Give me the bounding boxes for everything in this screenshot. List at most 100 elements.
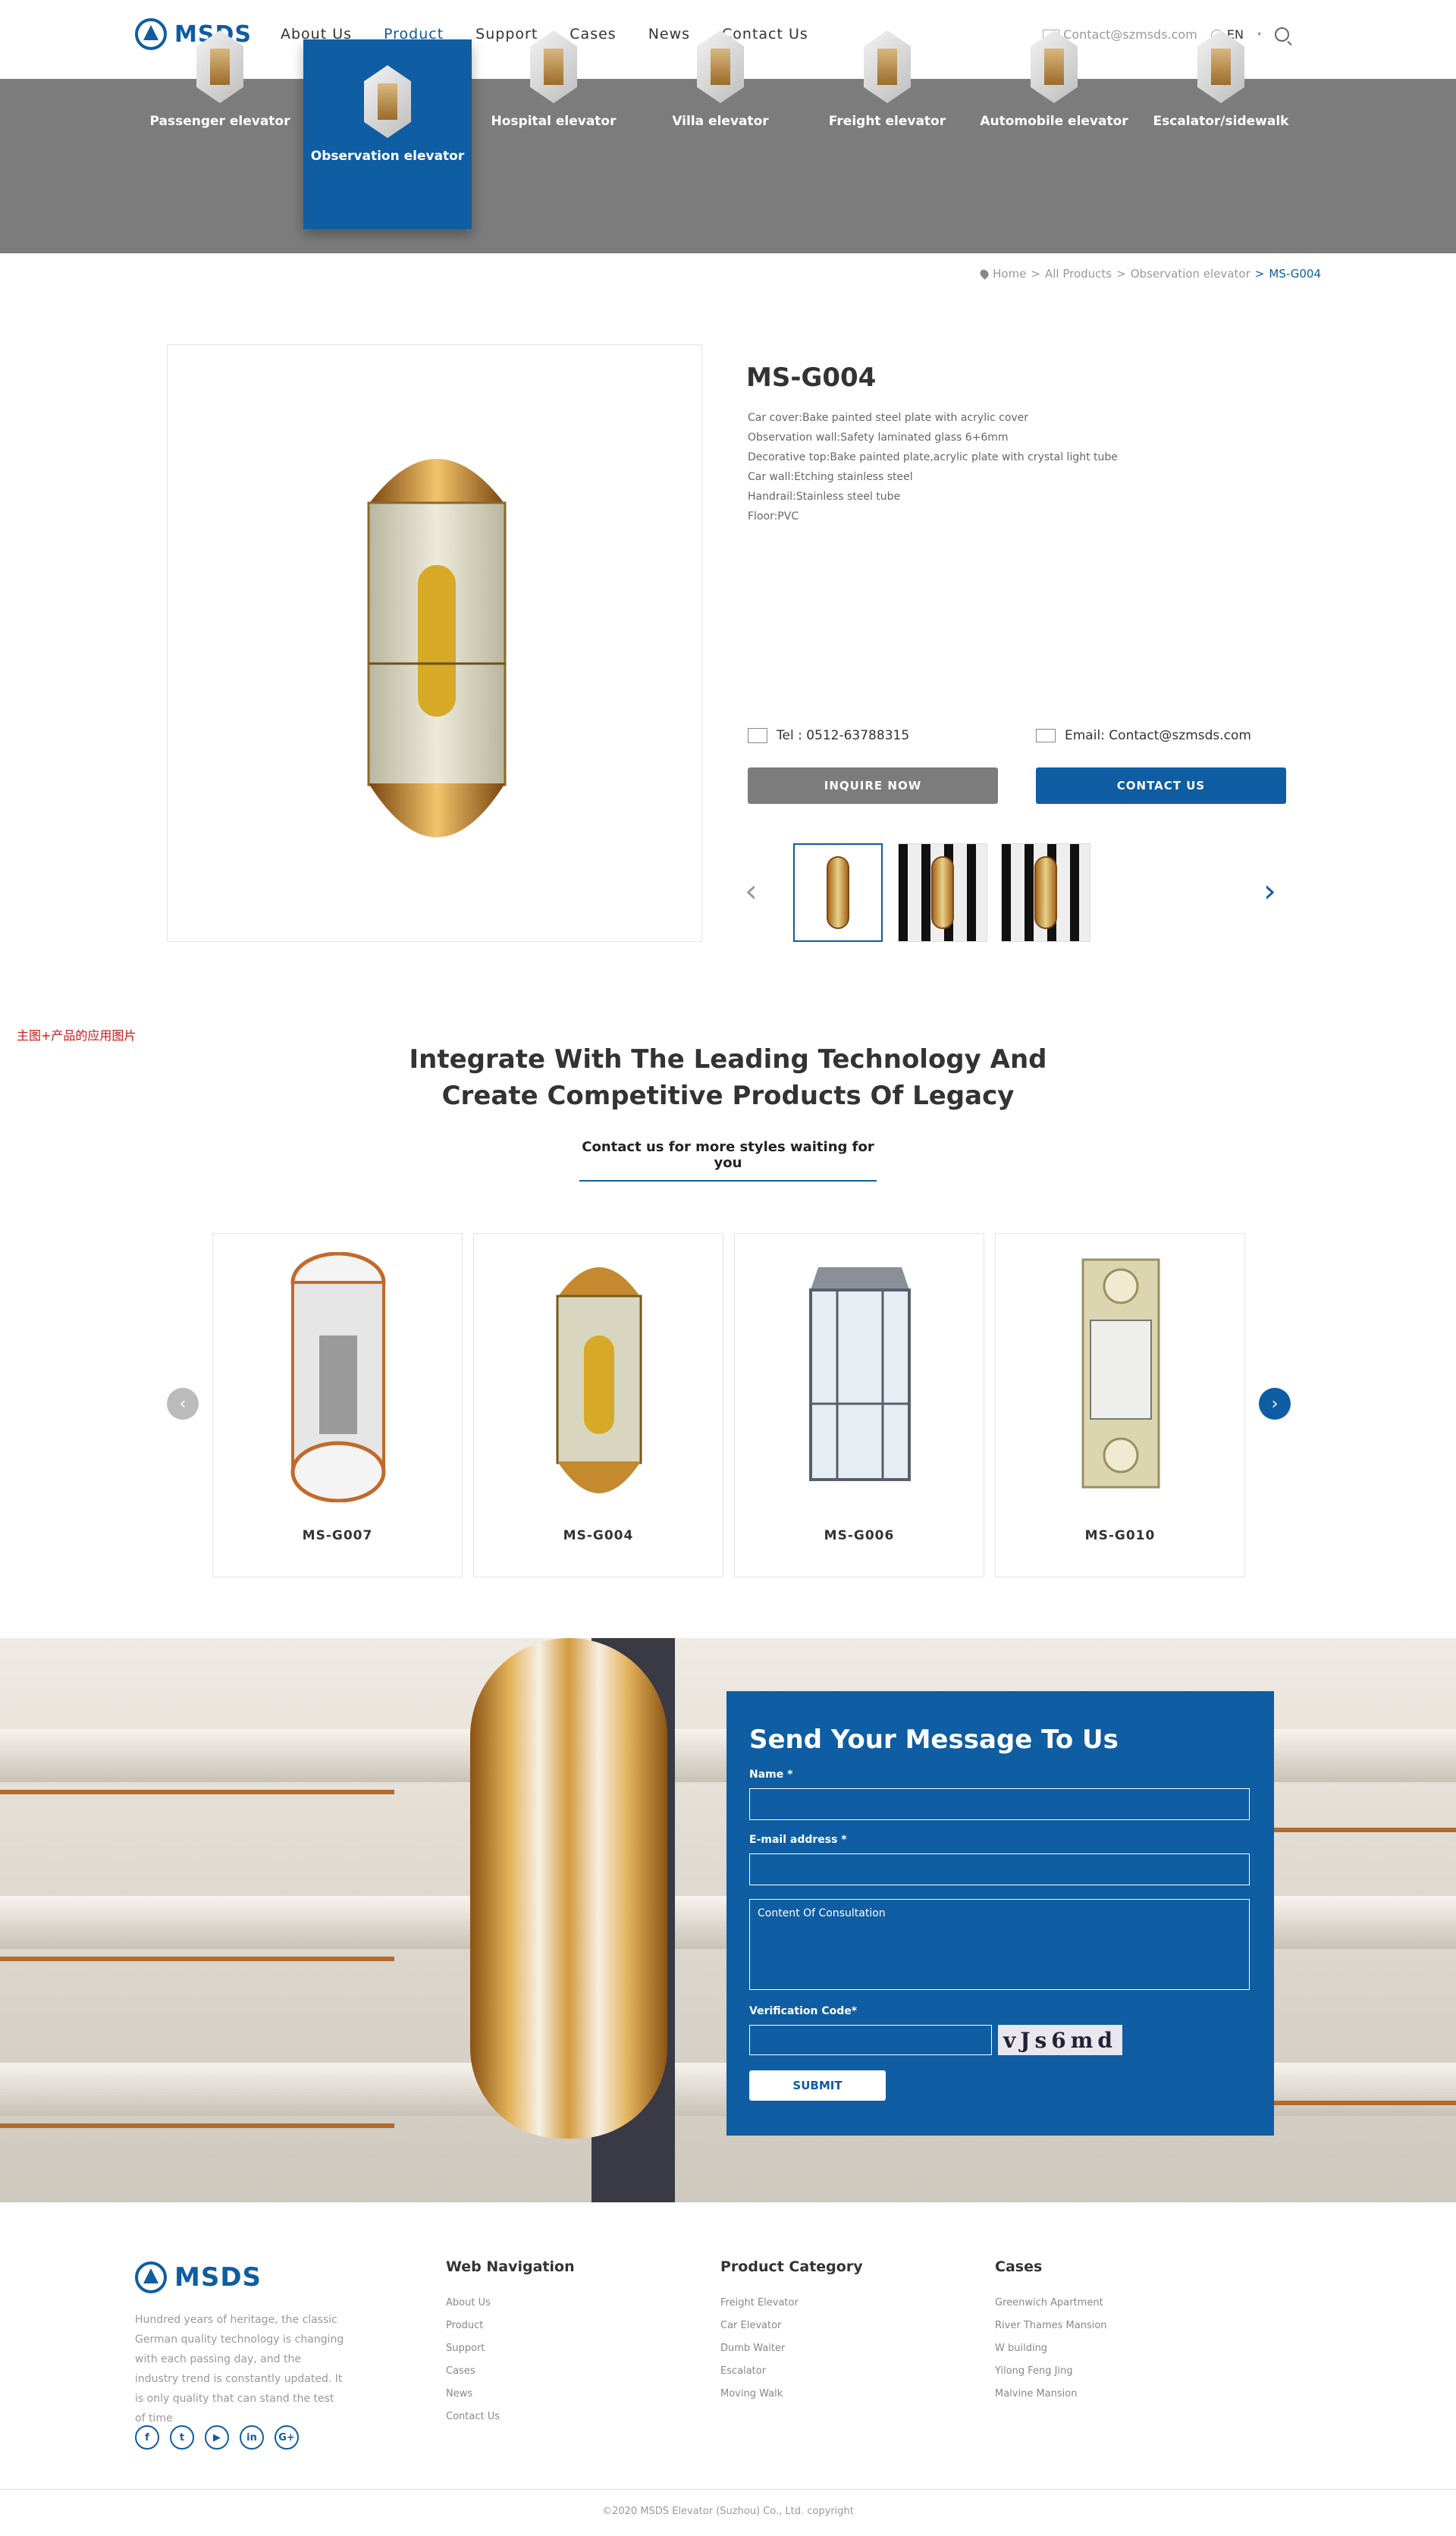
- linkedin-icon[interactable]: in: [240, 2425, 264, 2450]
- crumb-all-products[interactable]: All Products: [1045, 267, 1112, 281]
- footer-link[interactable]: Escalator: [720, 2360, 863, 2383]
- footer-logo-text: MSDS: [174, 2262, 262, 2293]
- carousel-next-button[interactable]: ›: [1259, 1388, 1291, 1420]
- spec-line: Floor:PVC: [748, 510, 799, 523]
- product-tel: Tel : 0512-63788315: [748, 728, 909, 743]
- footer-link[interactable]: Support: [446, 2337, 575, 2360]
- verification-label: Verification Code*: [749, 2005, 858, 2017]
- contact-form: Send Your Message To Us Name * E-mail ad…: [726, 1691, 1274, 2136]
- breadcrumb: Home > All Products > Observation elevator…: [978, 267, 1321, 281]
- category-label: Observation elevator: [310, 149, 465, 164]
- footer-link[interactable]: W building: [995, 2337, 1107, 2360]
- spec-line: Observation wall:Safety laminated glass …: [748, 432, 1009, 444]
- product-card-label: MS-G007: [302, 1528, 373, 1543]
- product-title: MS-G004: [746, 363, 877, 393]
- footer-link[interactable]: Dumb Waiter: [720, 2337, 863, 2360]
- product-card[interactable]: MS-G010: [995, 1233, 1245, 1577]
- thumb-2[interactable]: [898, 843, 987, 942]
- google-plus-icon[interactable]: G+: [275, 2425, 299, 2450]
- footer-link[interactable]: Contact Us: [446, 2406, 575, 2428]
- footer-link[interactable]: River Thames Mansion: [995, 2315, 1107, 2337]
- facebook-icon[interactable]: f: [135, 2425, 159, 2450]
- footer-link[interactable]: Car Elevator: [720, 2315, 863, 2337]
- thumb-image: [931, 856, 954, 929]
- footer-link[interactable]: Product: [446, 2315, 575, 2337]
- product-card[interactable]: MS-G007: [212, 1233, 463, 1577]
- footer-col-title: Web Navigation: [446, 2258, 575, 2275]
- category-automobile[interactable]: Automobile elevator: [971, 30, 1138, 129]
- product-card-image: [556, 1267, 642, 1493]
- product-email[interactable]: Email: Contact@szmsds.com: [1036, 728, 1251, 743]
- twitter-icon[interactable]: t: [170, 2425, 194, 2450]
- location-pin-icon: [978, 268, 990, 280]
- spec-line: Decorative top:Bake painted plate,acryli…: [748, 451, 1118, 463]
- category-escalator[interactable]: Escalator/sidewalk: [1138, 30, 1304, 129]
- product-card[interactable]: MS-G004: [473, 1233, 723, 1577]
- submit-button[interactable]: SUBMIT: [749, 2070, 886, 2101]
- logo-icon: [135, 2261, 167, 2293]
- category-freight[interactable]: Freight elevator: [804, 30, 971, 129]
- tel-text: Tel : 0512-63788315: [777, 728, 910, 743]
- crumb-home[interactable]: Home: [993, 267, 1026, 281]
- thumb-next-icon[interactable]: ›: [1263, 872, 1276, 909]
- thumb-prev-icon[interactable]: ‹: [745, 872, 758, 909]
- elevator-thumb-icon: [364, 65, 411, 138]
- category-observation[interactable]: Observation elevator: [303, 39, 472, 229]
- category-label: Hospital elevator: [491, 114, 617, 129]
- phone-icon: [748, 728, 767, 743]
- observation-elevator-image: [367, 459, 507, 837]
- social-links: f t ▶ in G+: [135, 2425, 299, 2450]
- footer-link[interactable]: Freight Elevator: [720, 2292, 863, 2315]
- product-card-label: MS-G006: [824, 1528, 895, 1543]
- elevator-thumb-icon: [196, 30, 243, 103]
- footer-link[interactable]: Moving Walk: [720, 2383, 863, 2406]
- carousel-prev-button[interactable]: ‹: [167, 1388, 199, 1420]
- spec-line: Handrail:Stainless steel tube: [748, 491, 901, 503]
- category-hospital[interactable]: Hospital elevator: [470, 30, 637, 129]
- thumb-3[interactable]: [1001, 843, 1090, 942]
- category-label: Villa elevator: [672, 114, 769, 129]
- spec-line: Car cover:Bake painted steel plate with …: [748, 412, 1029, 424]
- captcha-image[interactable]: vJs6md: [998, 2025, 1122, 2055]
- name-input[interactable]: [749, 1788, 1250, 1820]
- category-passenger[interactable]: Passenger elevator: [136, 30, 303, 129]
- footer-web-navigation: Web Navigation About Us Product Support …: [446, 2258, 575, 2428]
- contact-us-button[interactable]: CONTACT US: [1036, 767, 1286, 804]
- email-text: Email: Contact@szmsds.com: [1065, 728, 1251, 743]
- category-villa[interactable]: Villa elevator: [637, 30, 804, 129]
- crumb-category[interactable]: Observation elevator: [1131, 267, 1250, 281]
- category-label: Freight elevator: [828, 114, 946, 129]
- footer-link[interactable]: Cases: [446, 2360, 575, 2383]
- category-label: Automobile elevator: [980, 114, 1128, 129]
- form-title: Send Your Message To Us: [749, 1725, 1119, 1755]
- elevator-thumb-icon: [864, 30, 911, 103]
- footer-link[interactable]: Yilong Feng Jing: [995, 2360, 1107, 2383]
- verification-input[interactable]: [749, 2025, 992, 2055]
- spec-line: Car wall:Etching stainless steel: [748, 471, 913, 483]
- crumb-sep: >: [1254, 267, 1265, 281]
- inquire-now-button[interactable]: INQUIRE NOW: [748, 767, 998, 804]
- footer-cases: Cases Greenwich Apartment River Thames M…: [995, 2258, 1107, 2406]
- footer-link[interactable]: Malvine Mansion: [995, 2383, 1107, 2406]
- section-title-line2: Create Competitive Products Of Legacy: [441, 1081, 1015, 1111]
- footer-link[interactable]: About Us: [446, 2292, 575, 2315]
- thumb-1[interactable]: [793, 843, 883, 942]
- youtube-icon[interactable]: ▶: [205, 2425, 229, 2450]
- escalator-thumb-icon: [1197, 30, 1244, 103]
- footer-link[interactable]: Greenwich Apartment: [995, 2292, 1107, 2315]
- product-specs: Car cover:Bake painted steel plate with …: [748, 408, 1118, 526]
- captcha-row: vJs6md: [749, 2025, 1251, 2055]
- footer-description: Hundred years of heritage, the classic G…: [135, 2314, 344, 2425]
- footer-col-title: Product Category: [720, 2258, 863, 2275]
- footer-logo[interactable]: MSDS: [135, 2261, 262, 2293]
- section-subtitle[interactable]: Contact us for more styles waiting for y…: [579, 1139, 877, 1182]
- product-card-image: [290, 1252, 386, 1502]
- footer-product-category: Product Category Freight Elevator Car El…: [720, 2258, 863, 2406]
- crumb-sep: >: [1031, 267, 1040, 281]
- email-input[interactable]: [749, 1853, 1250, 1885]
- footer-link[interactable]: News: [446, 2383, 575, 2406]
- content-textarea[interactable]: Content Of Consultation: [749, 1899, 1250, 1990]
- product-card[interactable]: MS-G006: [734, 1233, 984, 1577]
- elevator-thumb-icon: [1031, 30, 1078, 103]
- copyright: ©2020 MSDS Elevator (Suzhou) Co., Ltd. c…: [602, 2506, 854, 2517]
